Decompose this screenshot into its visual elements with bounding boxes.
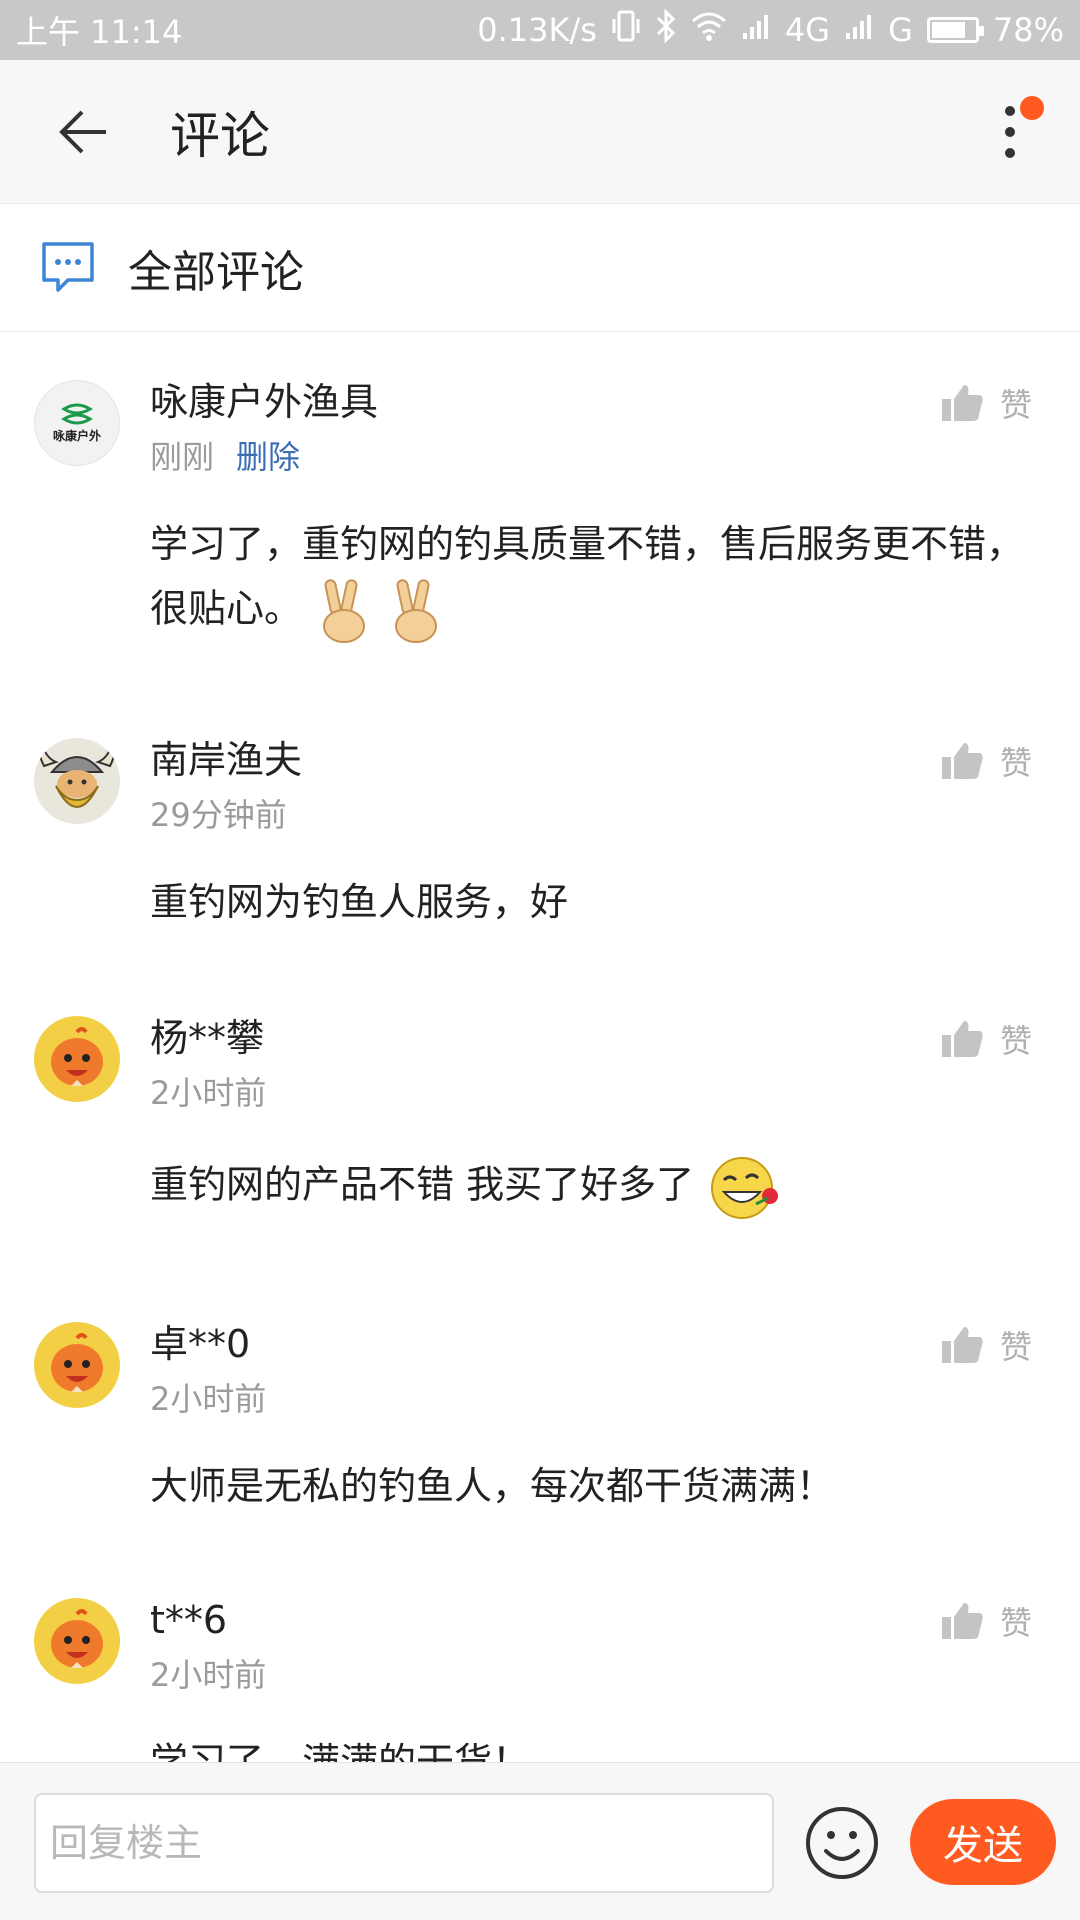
- like-label: 赞: [999, 1022, 1032, 1060]
- back-button[interactable]: [36, 84, 132, 180]
- reply-input[interactable]: [34, 1793, 774, 1893]
- avatar-brand-text: 咏康户外: [52, 428, 101, 443]
- send-button[interactable]: 发送: [910, 1799, 1056, 1885]
- section-header: 全部评论: [0, 204, 1080, 332]
- like-button[interactable]: 赞: [940, 1598, 1032, 1644]
- thumbs-up-icon: [941, 1327, 983, 1363]
- arrow-left-icon: [59, 110, 106, 153]
- reply-bar: 发送: [0, 1762, 1080, 1920]
- thumbs-up-icon: [941, 1603, 983, 1639]
- comment-text: 学习了，重钓网的钓具质量不错，售后服务更不错，很贴心。: [150, 521, 1025, 631]
- comment-author[interactable]: 南岸渔夫: [150, 738, 1040, 784]
- victory-hand-icon: [395, 578, 438, 643]
- comment-item: t**6 2小时前 学习了，满满的干货！ 赞: [0, 1598, 1080, 1762]
- comment-list: 咏康户外 咏康户外渔具 刚刚 删除 学习了，重钓网的钓具质量不错，售后服务更不错，…: [0, 332, 1080, 1762]
- comment-time: 2小时前: [150, 1073, 267, 1112]
- delete-link[interactable]: 删除: [236, 438, 300, 476]
- vibrate-icon: [611, 9, 641, 51]
- comment-text: 学习了，满满的干货！: [150, 1739, 531, 1762]
- comment-text-block: 重钓网的产品不错 我买了好多了: [150, 1148, 1040, 1226]
- thumbs-up-icon: [941, 743, 983, 779]
- mascot-avatar-icon: [51, 1609, 103, 1668]
- comment-time: 2小时前: [150, 1655, 267, 1694]
- avatar[interactable]: [34, 1016, 120, 1102]
- avatar[interactable]: [34, 738, 120, 824]
- net-speed: 0.13K/s: [477, 11, 597, 49]
- comment-item: 咏康户外 咏康户外渔具 刚刚 删除 学习了，重钓网的钓具质量不错，售后服务更不错，…: [0, 380, 1080, 646]
- section-title: 全部评论: [128, 246, 304, 298]
- like-button[interactable]: 赞: [940, 738, 1032, 784]
- comment-meta: 2小时前: [150, 1650, 1040, 1696]
- comment-item: 卓**0 2小时前 大师是无私的钓鱼人，每次都干货满满！ 赞: [0, 1322, 1080, 1518]
- comment-time: 2小时前: [150, 1379, 267, 1418]
- app-bar: 评论: [0, 60, 1080, 204]
- comment-author[interactable]: t**6: [150, 1598, 1040, 1644]
- thumbs-up-icon: [941, 1021, 983, 1057]
- comment-text: 大师是无私的钓鱼人，每次都干货满满！: [150, 1463, 835, 1508]
- victory-hand-icon: [323, 578, 366, 643]
- like-label: 赞: [999, 1604, 1032, 1642]
- avatar[interactable]: 咏康户外: [34, 380, 120, 466]
- comment-meta: 2小时前: [150, 1374, 1040, 1420]
- network-type-2: G: [888, 11, 913, 49]
- like-label: 赞: [999, 1328, 1032, 1366]
- bluetooth-icon: [655, 8, 677, 51]
- mascot-avatar-icon: [51, 1027, 103, 1086]
- comment-item: 杨**攀 2小时前 重钓网的产品不错 我买了好多了 赞: [0, 1016, 1080, 1226]
- comment-author[interactable]: 卓**0: [150, 1322, 1040, 1368]
- chat-bubble-icon: [42, 241, 94, 292]
- comment-meta: 29分钟前: [150, 790, 1040, 836]
- comment-meta: 刚刚 删除: [150, 432, 1040, 478]
- wifi-icon: [691, 11, 727, 49]
- status-bar: 上午 11:14 0.13K/s 4G G 78%: [0, 0, 1080, 60]
- thumbs-up-icon: [941, 385, 983, 421]
- grin-with-rose-icon: [711, 1156, 779, 1219]
- notification-dot: [1020, 95, 1044, 120]
- mascot-avatar-icon: [51, 1333, 103, 1392]
- comment-text: 重钓网为钓鱼人服务，好: [150, 879, 569, 924]
- avatar[interactable]: [34, 1598, 120, 1684]
- battery-icon: [926, 17, 984, 43]
- viking-avatar-icon: [38, 742, 116, 808]
- status-time: 上午 11:14: [16, 13, 183, 51]
- network-type: 4G: [784, 11, 831, 49]
- like-label: 赞: [999, 386, 1032, 424]
- page-title: 评论: [170, 106, 270, 165]
- comment-meta: 2小时前: [150, 1068, 1040, 1114]
- comment-time: 29分钟前: [150, 795, 287, 834]
- brand-logo-icon: [61, 403, 93, 424]
- comment-author[interactable]: 杨**攀: [150, 1016, 1040, 1062]
- battery-percent: 78%: [992, 11, 1064, 49]
- like-button[interactable]: 赞: [940, 1322, 1032, 1368]
- signal-icon: [741, 11, 771, 49]
- comment-text: 重钓网的产品不错 我买了好多了: [150, 1162, 695, 1207]
- avatar[interactable]: [34, 1322, 120, 1408]
- comment-author[interactable]: 咏康户外渔具: [150, 380, 1040, 426]
- smiley-face-icon[interactable]: [804, 1805, 880, 1881]
- like-label: 赞: [999, 744, 1032, 782]
- comment-time: 刚刚: [150, 437, 215, 476]
- comment-text-block: 学习了，重钓网的钓具质量不错，售后服务更不错，很贴心。: [150, 512, 1040, 646]
- more-button[interactable]: [970, 84, 1050, 180]
- signal-icon-2: [844, 11, 874, 49]
- like-button[interactable]: 赞: [940, 1016, 1032, 1062]
- more-vertical-icon: [1005, 105, 1015, 158]
- comment-item: 南岸渔夫 29分钟前 重钓网为钓鱼人服务，好 赞: [0, 738, 1080, 934]
- like-button[interactable]: 赞: [940, 380, 1032, 426]
